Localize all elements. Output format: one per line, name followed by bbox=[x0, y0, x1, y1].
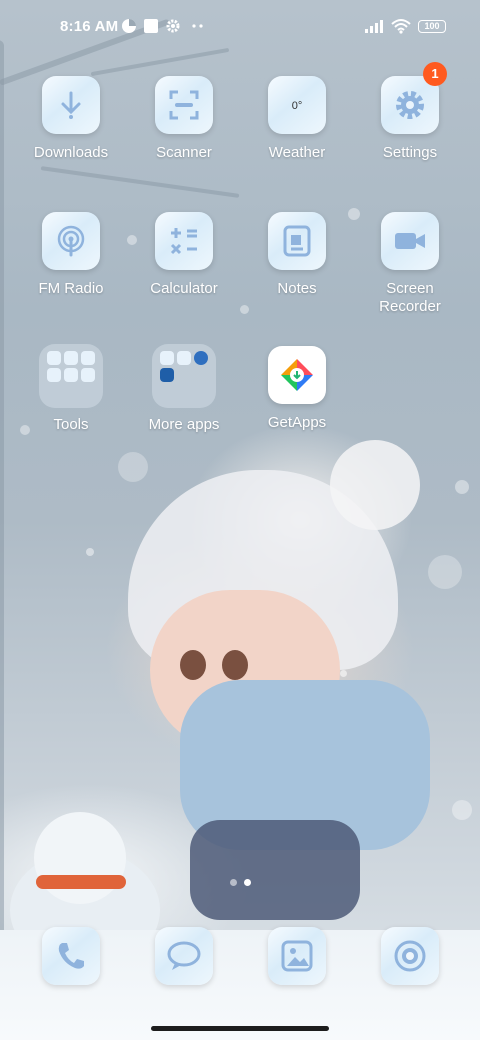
wifi-icon bbox=[391, 18, 411, 34]
app-calculator[interactable]: Calculator bbox=[129, 212, 239, 298]
app-label: Weather bbox=[268, 144, 326, 161]
page-dot-1[interactable] bbox=[230, 879, 237, 886]
app-weather[interactable]: 0° Weather bbox=[242, 76, 352, 162]
getapps-icon bbox=[268, 346, 326, 404]
signal-icon bbox=[364, 18, 384, 34]
weather-icon: 0° bbox=[268, 76, 326, 134]
square-notification-icon bbox=[143, 18, 159, 34]
app-label: Tools bbox=[53, 416, 89, 433]
app-settings[interactable]: 1 Settings bbox=[355, 62, 465, 162]
app-getapps[interactable]: GetApps bbox=[242, 346, 352, 432]
weather-temp: 0° bbox=[291, 100, 303, 112]
notification-badge: 1 bbox=[423, 62, 447, 86]
more-notifications-icon bbox=[190, 18, 206, 34]
gear-status-icon bbox=[165, 18, 181, 34]
folder-icon bbox=[152, 344, 216, 408]
download-icon bbox=[42, 76, 100, 134]
app-notes[interactable]: Notes bbox=[242, 212, 352, 298]
app-screen-recorder[interactable]: Screen Recorder bbox=[355, 212, 465, 316]
dock-messages[interactable] bbox=[129, 927, 239, 995]
battery-level: 100 bbox=[424, 21, 440, 31]
camera-icon bbox=[381, 927, 439, 985]
folder-more-apps[interactable]: More apps bbox=[129, 344, 239, 434]
data-saver-icon bbox=[121, 18, 137, 34]
calculator-icon bbox=[155, 212, 213, 270]
app-label: Scanner bbox=[156, 144, 212, 161]
gear-icon: 1 bbox=[381, 62, 447, 134]
radio-icon bbox=[42, 212, 100, 270]
folder-tools[interactable]: Tools bbox=[16, 344, 126, 434]
app-label: Notes bbox=[277, 280, 317, 297]
app-label: Downloads bbox=[33, 144, 109, 161]
scanner-icon bbox=[155, 76, 213, 134]
status-bar: 8:16 AM 100 bbox=[0, 0, 480, 56]
app-downloads[interactable]: Downloads bbox=[16, 76, 126, 162]
page-dot-2-active[interactable] bbox=[244, 879, 251, 886]
gallery-icon bbox=[268, 927, 326, 985]
dock-camera[interactable] bbox=[355, 927, 465, 995]
dock-gallery[interactable] bbox=[242, 927, 352, 995]
app-label: More apps bbox=[148, 416, 220, 433]
battery-icon: 100 bbox=[418, 20, 446, 33]
page-indicator bbox=[230, 879, 252, 887]
home-indicator[interactable] bbox=[151, 1026, 329, 1031]
chat-bubble-icon bbox=[155, 927, 213, 985]
status-time: 8:16 AM bbox=[60, 18, 119, 35]
app-label: GetApps bbox=[267, 414, 327, 431]
app-label: FM Radio bbox=[38, 280, 104, 297]
app-scanner[interactable]: Scanner bbox=[129, 76, 239, 162]
folder-icon bbox=[39, 344, 103, 408]
app-label: Screen Recorder bbox=[379, 280, 441, 315]
phone-icon bbox=[42, 927, 100, 985]
app-label: Settings bbox=[382, 144, 438, 161]
dock-phone[interactable] bbox=[16, 927, 126, 995]
notes-icon bbox=[268, 212, 326, 270]
video-camera-icon bbox=[381, 212, 439, 270]
app-fm-radio[interactable]: FM Radio bbox=[16, 212, 126, 298]
app-label: Calculator bbox=[150, 280, 218, 297]
